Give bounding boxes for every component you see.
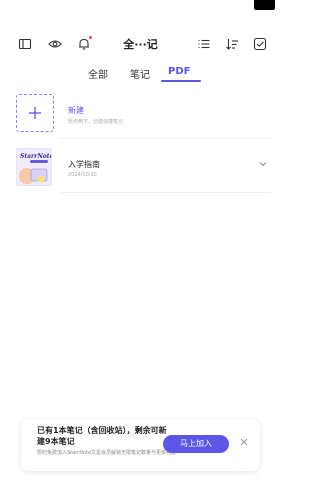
divider xyxy=(60,192,271,193)
divider xyxy=(60,138,271,139)
new-note-hint: 轻点两下，创建快捷笔记 xyxy=(68,119,124,125)
list-item[interactable]: StarrNote 入学指南 2024/10/30 xyxy=(0,148,281,193)
status-bar xyxy=(0,0,281,22)
sort-icon[interactable] xyxy=(225,37,239,51)
svg-text:StarrNote: StarrNote xyxy=(20,153,52,160)
plus-icon xyxy=(29,107,41,119)
note-title: 入学指南 xyxy=(68,160,100,169)
tab-pdf[interactable]: PDF xyxy=(168,66,190,77)
bell-icon[interactable] xyxy=(77,36,92,51)
top-toolbar: 全···记 xyxy=(0,33,281,57)
close-icon[interactable] xyxy=(240,438,248,446)
tab-all[interactable]: 全部 xyxy=(88,66,108,81)
banner-message: 已有1本笔记（含回收站），剩余可新建9本笔记 xyxy=(37,426,167,446)
pdf-thumbnail: StarrNote xyxy=(16,148,52,186)
note-date: 2024/10/30 xyxy=(68,172,97,178)
select-check-icon[interactable] xyxy=(253,37,267,51)
tab-active-indicator xyxy=(161,80,201,82)
join-now-button[interactable]: 马上加入 xyxy=(163,435,229,453)
banner-note: 限时免费加入StarrNote文星会员解锁无限笔记数量与更多权益 xyxy=(37,450,177,456)
new-note-button[interactable] xyxy=(16,94,54,132)
page-title: 全···记 xyxy=(123,38,158,51)
chevron-down-icon[interactable] xyxy=(259,160,267,168)
new-note-row[interactable]: 新建 轻点两下，创建快捷笔记 xyxy=(0,94,281,139)
starrnote-cover-image: StarrNote xyxy=(17,149,52,185)
filter-tabs: 全部 笔记 PDF xyxy=(0,64,281,84)
sidebar-toggle-icon[interactable] xyxy=(18,37,32,51)
new-note-label: 新建 xyxy=(68,106,84,115)
battery-icon xyxy=(254,0,275,10)
tab-notes[interactable]: 笔记 xyxy=(130,66,150,81)
upgrade-banner: 已有1本笔记（含回收站），剩余可新建9本笔记 限时免费加入StarrNote文星… xyxy=(21,419,260,471)
notification-dot xyxy=(89,36,92,39)
eye-icon[interactable] xyxy=(48,37,62,51)
list-view-icon[interactable] xyxy=(197,37,211,51)
